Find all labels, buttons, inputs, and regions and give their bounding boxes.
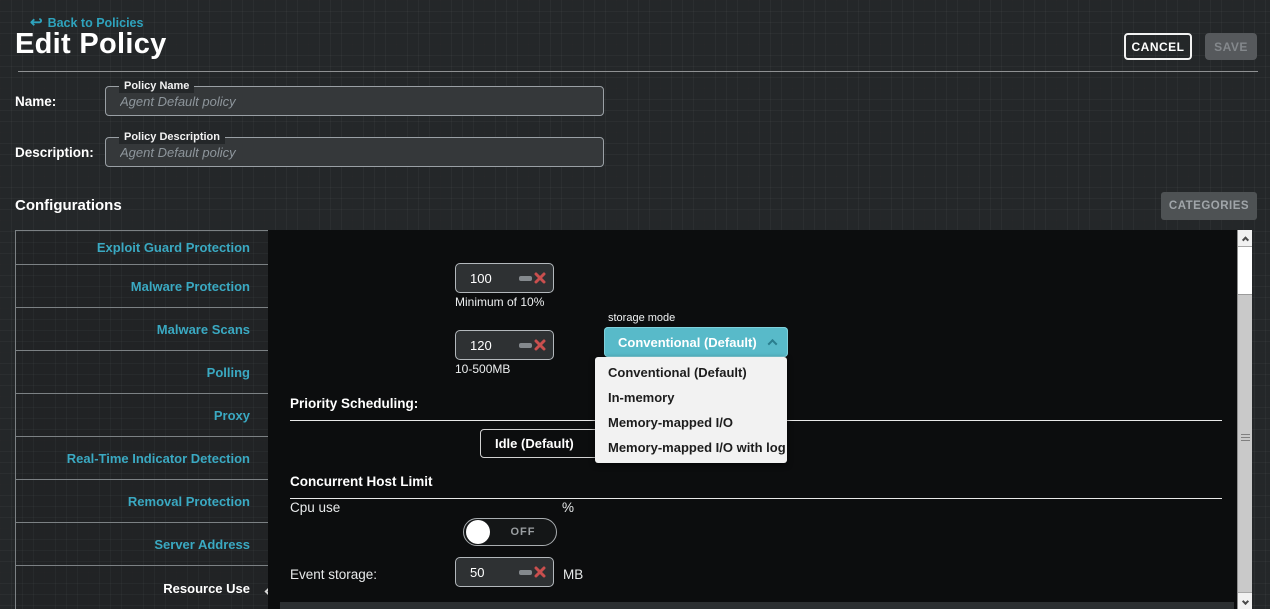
- name-label: Name:: [15, 94, 57, 109]
- categories-button[interactable]: CATEGORIES: [1161, 192, 1257, 220]
- sidebar-item-removal-protection[interactable]: Removal Protection: [16, 480, 268, 523]
- policy-description-input[interactable]: [106, 138, 603, 166]
- storage-mode-options-list: Conventional (Default) In-memory Memory-…: [595, 357, 787, 463]
- event-storage-label: Event storage:: [290, 567, 378, 582]
- sidebar-item-server-address[interactable]: Server Address: [16, 523, 268, 566]
- concurrent-host-limit-heading: Concurrent Host Limit: [290, 474, 433, 489]
- page-title: Edit Policy: [15, 28, 167, 60]
- chevron-up-icon: [767, 338, 778, 349]
- sidebar-item-exploit-guard-protection[interactable]: Exploit Guard Protection: [16, 231, 268, 265]
- toggle-state-label: OFF: [510, 526, 536, 538]
- storage-mode-option-memory-mapped[interactable]: Memory-mapped I/O: [595, 410, 787, 435]
- cancel-button[interactable]: CANCEL: [1124, 33, 1192, 60]
- horizontal-scrollbar-track[interactable]: [280, 602, 1234, 609]
- save-button[interactable]: SAVE: [1205, 33, 1257, 60]
- cpu-use-label: Cpu use: [290, 500, 341, 515]
- limit-concurrent-tasks-input[interactable]: [456, 564, 508, 580]
- clear-icon[interactable]: [534, 339, 546, 351]
- sidebar-item-resource-use[interactable]: Resource Use: [16, 566, 275, 609]
- policy-name-input[interactable]: [106, 87, 603, 115]
- policy-description-fieldset: Policy Description: [105, 130, 604, 167]
- scroll-down-button[interactable]: [1238, 592, 1252, 609]
- clear-icon[interactable]: [534, 272, 546, 284]
- vertical-scrollbar[interactable]: [1237, 230, 1252, 609]
- priority-scheduling-heading: Priority Scheduling:: [290, 396, 419, 411]
- limit-concurrent-tasks-input-box: [455, 557, 554, 587]
- concurrent-section-divider: [290, 498, 1222, 499]
- priority-scheduling-selected: Idle (Default): [495, 436, 574, 451]
- storage-mode-selected: Conventional (Default): [618, 334, 757, 350]
- concurrent-host-limit-toggle[interactable]: OFF: [463, 518, 557, 546]
- cpu-use-input[interactable]: [456, 270, 508, 286]
- storage-mode-label: storage mode: [608, 312, 676, 324]
- cpu-use-unit: %: [562, 500, 575, 515]
- slider-icon: [519, 275, 532, 281]
- chevron-up-icon: [1241, 235, 1249, 243]
- sidebar-item-malware-protection[interactable]: Malware Protection: [16, 265, 268, 308]
- toggle-knob: [466, 520, 490, 544]
- event-storage-input-box: [455, 330, 554, 360]
- sidebar-item-proxy[interactable]: Proxy: [16, 394, 268, 437]
- scroll-up-button[interactable]: [1238, 230, 1252, 247]
- storage-mode-dropdown[interactable]: Conventional (Default): [604, 327, 788, 357]
- sidebar-item-polling[interactable]: Polling: [16, 351, 268, 394]
- storage-mode-option-memory-mapped-log[interactable]: Memory-mapped I/O with log: [595, 435, 787, 460]
- description-label: Description:: [15, 145, 94, 160]
- storage-mode-option-in-memory[interactable]: In-memory: [595, 385, 787, 410]
- slider-icon: [519, 569, 532, 575]
- event-storage-input[interactable]: [456, 337, 508, 353]
- configurations-heading: Configurations: [15, 197, 122, 214]
- resource-use-panel: Cpu use % Minimum of 10% Event storage:: [268, 230, 1237, 609]
- clear-icon[interactable]: [534, 566, 546, 578]
- policy-name-fieldset: Policy Name: [105, 79, 604, 116]
- edit-policy-page: ↩ Back to Policies Edit Policy CANCEL SA…: [0, 0, 1270, 609]
- sidebar-item-malware-scans[interactable]: Malware Scans: [16, 308, 268, 351]
- event-storage-unit: MB: [563, 567, 584, 582]
- configuration-sidebar: Exploit Guard Protection Malware Protect…: [15, 230, 275, 609]
- cpu-use-hint: Minimum of 10%: [455, 295, 545, 309]
- slider-icon: [519, 342, 532, 348]
- chevron-down-icon: [1241, 597, 1249, 605]
- storage-mode-option-conventional[interactable]: Conventional (Default): [595, 360, 787, 385]
- scrollbar-thumb[interactable]: [1238, 247, 1252, 295]
- scrollbar-grip-icon[interactable]: [1241, 432, 1250, 443]
- cpu-use-input-box: [455, 263, 554, 293]
- header-divider: [18, 71, 1258, 72]
- event-storage-hint: 10-500MB: [455, 362, 511, 376]
- sidebar-item-real-time-indicator-detection[interactable]: Real-Time Indicator Detection: [16, 437, 268, 480]
